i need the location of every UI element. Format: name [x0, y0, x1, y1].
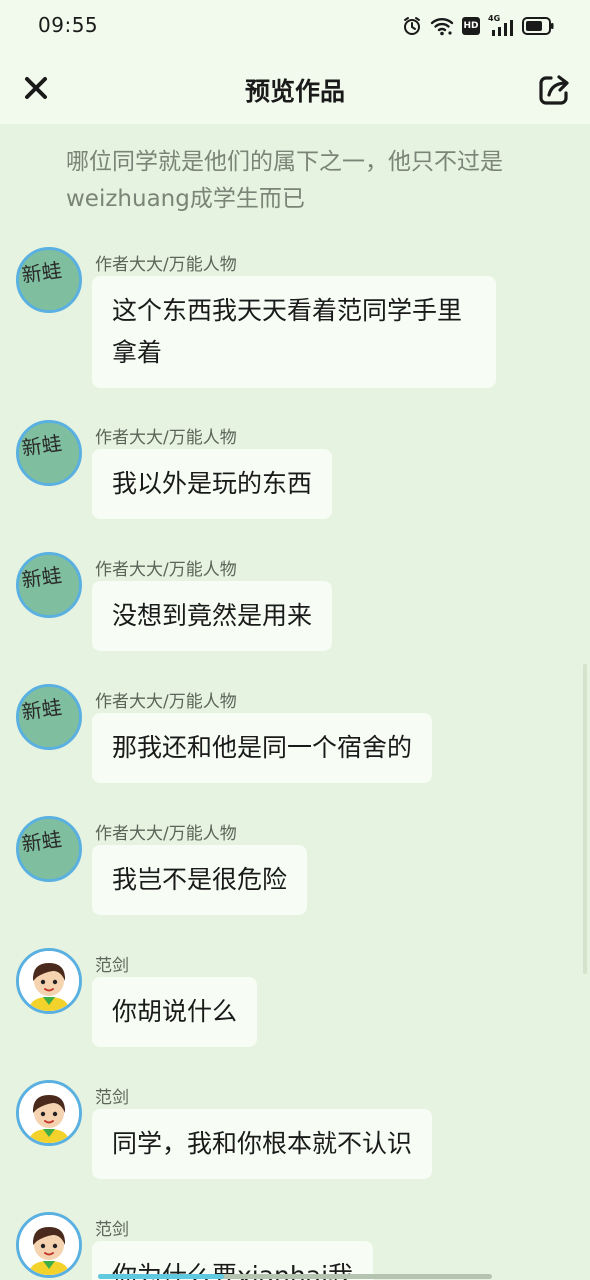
alarm-icon: [402, 16, 422, 36]
message-bubble[interactable]: 没想到竟然是用来: [92, 581, 333, 651]
speaker-name: 作者大大/万能人物: [95, 560, 237, 580]
message-bubble[interactable]: 我以外是玩的东西: [92, 449, 333, 519]
speaker-name: 范剑: [95, 1220, 129, 1240]
speaker-name: 范剑: [95, 1088, 129, 1108]
message-bubble[interactable]: 我岂不是很危险: [92, 845, 308, 915]
page-title: 预览作品: [244, 77, 345, 106]
home-indicator[interactable]: [98, 1274, 224, 1279]
text-avatar[interactable]: 新蛙: [16, 552, 82, 618]
top-area: 09:55 HD 4G 预览作品: [0, 0, 590, 124]
nav-bar: 预览作品: [0, 58, 590, 120]
text-avatar[interactable]: 新蛙: [16, 684, 82, 750]
wifi-icon: [430, 16, 454, 36]
scrollbar[interactable]: [583, 664, 587, 974]
share-button[interactable]: [532, 68, 576, 112]
speaker-name: 作者大大/万能人物: [95, 692, 237, 712]
speaker-name: 作者大大/万能人物: [95, 824, 237, 844]
share-icon: [539, 75, 569, 105]
cartoon-boy-avatar[interactable]: [16, 1080, 82, 1146]
speaker-name: 作者大大/万能人物: [95, 428, 237, 448]
text-avatar[interactable]: 新蛙: [16, 420, 82, 486]
status-time: 09:55: [38, 13, 99, 37]
signal-4g-icon: 4G: [488, 14, 514, 36]
hd-icon: HD: [462, 17, 480, 35]
battery-icon: [522, 17, 554, 35]
message-bubble[interactable]: 这个东西我天天看着范同学手里拿着: [92, 276, 496, 388]
cartoon-boy-avatar[interactable]: [16, 948, 82, 1014]
cartoon-boy-avatar[interactable]: [16, 1212, 82, 1278]
message-bubble[interactable]: 那我还和他是同一个宿舍的: [92, 713, 433, 783]
status-icons: HD 4G: [402, 14, 554, 38]
message-bubble[interactable]: 你胡说什么: [92, 977, 258, 1047]
text-avatar[interactable]: 新蛙: [16, 247, 82, 313]
status-bar: 09:55 HD 4G: [0, 0, 590, 52]
chat-feed[interactable]: 哪位同学就是他们的属下之一，他只不过是weizhuang成学生而已 新蛙 作者大…: [0, 124, 590, 1280]
text-avatar[interactable]: 新蛙: [16, 816, 82, 882]
message-bubble[interactable]: 同学，我和你根本就不认识: [92, 1109, 433, 1179]
speaker-name: 作者大大/万能人物: [95, 255, 237, 275]
narration-text: 哪位同学就是他们的属下之一，他只不过是weizhuang成学生而已: [66, 149, 503, 212]
speaker-name: 范剑: [95, 956, 129, 976]
